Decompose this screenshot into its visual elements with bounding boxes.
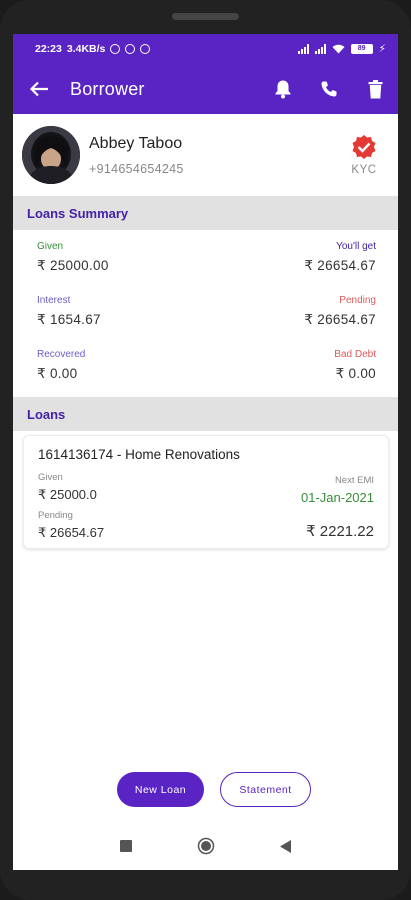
summary-row-interest: Interest ₹ 1654.67 Pending ₹ 26654.67 [13,295,398,335]
bad-debt-label: Bad Debt [334,349,376,360]
borrower-profile: Abbey Taboo +914654654245 KYC [13,114,398,196]
youll-get-value: ₹ 26654.67 [304,258,376,273]
kyc-status[interactable]: KYC [334,134,394,176]
screen: 22:23 3.4KB/s 89 ⚡ Borrower Abbey Taboo … [13,34,398,870]
next-emi-label: Next EMI [334,475,374,486]
kyc-label: KYC [351,164,377,176]
interest-value: ₹ 1654.67 [37,312,101,327]
verified-badge-icon [352,135,376,159]
sync-icon [125,44,136,54]
app-bar: Borrower [13,64,398,114]
pending-label: Pending [339,295,376,306]
alarm-icon [110,44,121,54]
loan-pending-value: ₹ 26654.67 [38,525,105,540]
delete-button[interactable] [352,64,398,114]
notifications-button[interactable] [260,64,306,114]
next-emi-date: 01-Jan-2021 [301,490,374,505]
charging-icon: ⚡ [378,43,386,55]
borrower-phone: +914654654245 [89,161,184,176]
summary-row-recovered: Recovered ₹ 0.00 Bad Debt ₹ 0.00 [13,349,398,389]
circle-icon [197,837,215,855]
back-nav-button[interactable] [265,822,305,870]
loans-summary-header: Loans Summary [13,196,398,230]
battery-icon: 89 [350,44,373,54]
recovered-label: Recovered [37,349,86,360]
triangle-back-icon [279,839,291,853]
loan-title: 1614136174 - Home Renovations [38,447,240,462]
loan-card[interactable]: 1614136174 - Home Renovations Given ₹ 25… [23,435,389,549]
signal-icon-2 [314,44,326,54]
phone-speaker [172,13,239,20]
given-value: ₹ 25000.00 [37,258,109,273]
phone-icon [321,81,337,97]
bad-debt-value: ₹ 0.00 [335,366,376,381]
loans-header: Loans [13,397,398,431]
loan-given-label: Given [38,472,63,483]
phone-frame: 22:23 3.4KB/s 89 ⚡ Borrower Abbey Taboo … [0,0,411,900]
call-button[interactable] [306,64,352,114]
summary-row-given: Given ₹ 25000.00 You'll get ₹ 26654.67 [13,241,398,281]
status-net-speed: 3.4KB/s [66,43,106,55]
loan-pending-label: Pending [38,510,73,521]
bell-icon [275,80,291,99]
trash-icon [368,79,382,98]
square-icon [120,840,132,852]
avatar [22,126,80,184]
system-nav-bar [13,822,398,870]
wifi-icon [332,44,345,54]
loan-given-value: ₹ 25000.0 [38,487,97,502]
pending-value: ₹ 26654.67 [304,312,376,327]
borrower-name: Abbey Taboo [89,134,183,152]
recents-button[interactable] [106,822,146,870]
statement-button[interactable]: Statement [220,772,311,807]
status-time: 22:23 [35,43,62,55]
recovered-value: ₹ 0.00 [37,366,78,381]
signal-icon [297,44,309,54]
emi-amount: ₹ 2221.22 [306,523,374,540]
arrow-back-icon [29,81,48,97]
youll-get-label: You'll get [336,241,376,252]
home-button[interactable] [186,822,226,870]
interest-label: Interest [37,295,71,306]
status-bar: 22:23 3.4KB/s 89 ⚡ [13,34,398,64]
app-title: Borrower [70,78,145,99]
given-label: Given [37,241,64,252]
back-button[interactable] [13,64,67,114]
sync-icon-2 [140,44,151,54]
new-loan-button[interactable]: New Loan [117,772,204,807]
